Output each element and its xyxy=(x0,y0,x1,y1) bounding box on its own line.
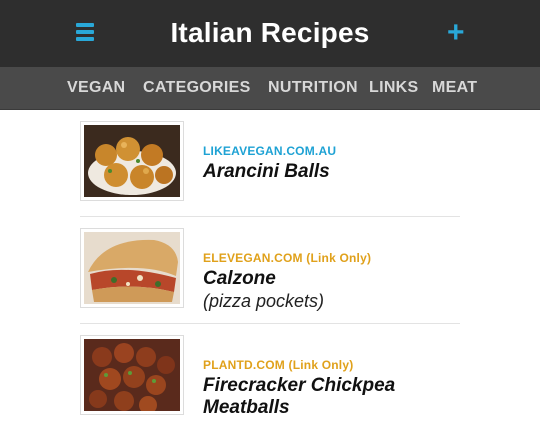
nav-item-vegan[interactable]: VEGAN xyxy=(67,79,125,97)
recipe-subtitle: (pizza pockets) xyxy=(203,291,325,311)
app-header: Italian Recipes + xyxy=(0,0,540,67)
recipe-title[interactable]: Calzone xyxy=(203,268,463,290)
chickpea-meatballs-image xyxy=(84,339,180,411)
recipe-source-link[interactable]: PLANTD.COM (Link Only) xyxy=(203,358,463,372)
recipe-item[interactable]: LIKEAVEGAN.COM.AU Arancini Balls xyxy=(80,110,460,217)
recipe-list: LIKEAVEGAN.COM.AU Arancini Balls ELEVEGA… xyxy=(80,110,460,430)
recipe-thumbnail[interactable] xyxy=(80,335,184,415)
nav-item-nutrition[interactable]: NUTRITION xyxy=(268,79,358,97)
plus-icon[interactable]: + xyxy=(447,16,465,50)
recipe-source-link[interactable]: LIKEAVEGAN.COM.AU xyxy=(203,144,463,158)
nav-item-meat[interactable]: MEAT xyxy=(432,79,477,97)
recipe-title[interactable]: Arancini Balls xyxy=(203,161,463,183)
recipe-thumbnail[interactable] xyxy=(80,228,184,308)
recipe-source-link[interactable]: ELEVEGAN.COM (Link Only) xyxy=(203,251,463,265)
recipe-thumbnail[interactable] xyxy=(80,121,184,201)
recipe-item[interactable]: ELEVEGAN.COM (Link Only) Calzone (pizza … xyxy=(80,217,460,324)
calzone-image xyxy=(84,232,180,304)
arancini-image xyxy=(84,125,180,197)
recipe-item[interactable]: PLANTD.COM (Link Only) Firecracker Chick… xyxy=(80,324,460,430)
recipe-title[interactable]: Firecracker Chickpea Meatballs xyxy=(203,375,463,419)
nav-item-links[interactable]: LINKS xyxy=(369,79,419,97)
nav-item-categories[interactable]: CATEGORIES xyxy=(143,79,251,97)
category-nav: VEGAN CATEGORIES NUTRITION LINKS MEAT xyxy=(0,67,540,110)
